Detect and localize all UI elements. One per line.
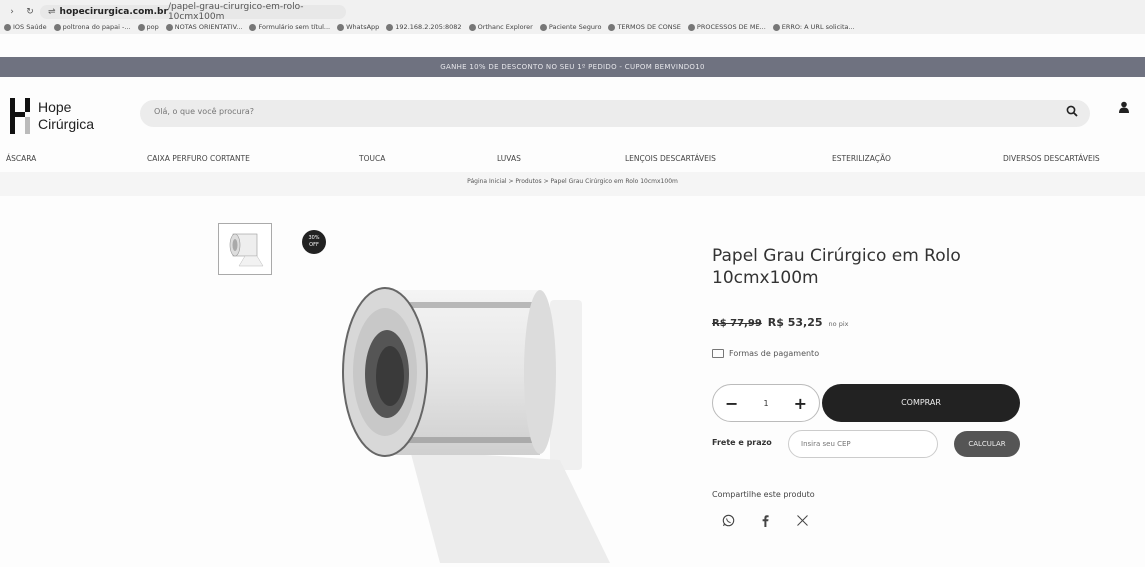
site-header: Hope Cirúrgica (0, 88, 1145, 138)
quantity-value[interactable]: 1 (763, 399, 768, 408)
bookmark[interactable]: Orthanc Explorer (468, 23, 533, 31)
cep-field-wrapper (788, 430, 938, 458)
forward-icon[interactable]: › (6, 7, 18, 17)
bookmark[interactable]: TERMOS DE CONSE (608, 23, 681, 31)
bookmark[interactable]: Paciente Seguro (539, 23, 601, 31)
menu-item[interactable]: ÁSCARA (6, 154, 36, 163)
logo-line-2: Cirúrgica (38, 116, 95, 132)
discount-badge: 30% OFF (302, 230, 326, 254)
social-share (722, 514, 809, 531)
bookmark-icon (165, 23, 173, 31)
logo-line-1: Hope (38, 99, 72, 115)
bookmark-icon (386, 23, 394, 31)
pix-label: no pix (828, 320, 849, 328)
new-price: R$ 53,25 (767, 316, 823, 329)
bookmark[interactable]: Formulário sem títul... (249, 23, 330, 31)
bookmark-icon (137, 23, 145, 31)
badge-percent: 30% (308, 235, 320, 241)
bookmark-icon (249, 23, 257, 31)
menu-item[interactable]: LENÇOIS DESCARTÁVEIS (625, 154, 716, 163)
search-icon[interactable] (1066, 105, 1078, 120)
buy-button[interactable]: COMPRAR (822, 384, 1020, 422)
shipping-label: Frete e prazo (712, 438, 772, 447)
calculate-button[interactable]: CALCULAR (954, 431, 1020, 457)
share-label: Compartilhe este produto (712, 490, 815, 499)
bookmark[interactable]: IOS Saúde (4, 23, 47, 31)
reload-icon[interactable]: ↻ (24, 7, 36, 17)
logo-icon (8, 98, 34, 134)
menu-item[interactable]: CAIXA PERFURO CORTANTE (147, 154, 250, 163)
breadcrumb: Página Inicial > Produtos > Papel Grau C… (467, 178, 678, 185)
old-price: R$ 77,99 (712, 318, 762, 329)
product-title: Papel Grau Cirúrgico em Rolo 10cmx100m (712, 246, 961, 288)
badge-off: OFF (309, 242, 319, 248)
payment-label: Formas de pagamento (729, 349, 820, 358)
bookmark-icon (53, 23, 61, 31)
logo-text: Hope Cirúrgica (38, 99, 94, 133)
bookmark[interactable]: ERRO: A URL solicita... (772, 23, 855, 31)
bookmark-icon (687, 23, 695, 31)
category-menu: ÁSCARA CAIXA PERFURO CORTANTE TOUCA LUVA… (0, 154, 1145, 170)
bookmark-icon (772, 23, 780, 31)
facebook-icon[interactable] (759, 514, 772, 531)
bookmark-icon (4, 23, 11, 31)
increase-button[interactable]: + (794, 394, 807, 413)
product-image[interactable] (330, 280, 610, 563)
search-bar (140, 100, 1090, 127)
menu-item[interactable]: LUVAS (497, 154, 521, 163)
menu-item[interactable]: DIVERSOS DESCARTÁVEIS (1003, 154, 1100, 163)
menu-item[interactable]: ESTERILIZAÇÃO (832, 154, 891, 163)
bookmark[interactable]: NOTAS ORIENTATIV... (165, 23, 242, 31)
bookmarks-bar: IOS Saúde poltrona do papai -... pop NOT… (4, 23, 855, 31)
menu-item[interactable]: TOUCA (359, 154, 385, 163)
product-thumbnail[interactable] (218, 223, 272, 275)
whatsapp-icon[interactable] (722, 514, 735, 531)
bookmark-icon (539, 23, 547, 31)
quantity-stepper: − 1 + (712, 384, 820, 422)
x-icon[interactable] (796, 514, 809, 531)
bookmark-icon (468, 23, 476, 31)
site-info-icon[interactable]: ⇌ (48, 7, 56, 17)
bookmark[interactable]: PROCESSOS DE ME... (687, 23, 766, 31)
bookmark[interactable]: WhatsApp (337, 23, 379, 31)
bookmark[interactable]: poltrona do papai -... (53, 23, 131, 31)
url-row: › ↻ ⇌ hopecirurgica.com.br/papel-grau-ci… (0, 2, 346, 22)
search-input[interactable] (152, 106, 1036, 117)
browser-chrome: › ↻ ⇌ hopecirurgica.com.br/papel-grau-ci… (0, 0, 1145, 34)
bookmark[interactable]: pop (137, 23, 159, 31)
user-icon[interactable] (1118, 101, 1130, 116)
decrease-button[interactable]: − (725, 394, 738, 413)
address-bar[interactable]: ⇌ hopecirurgica.com.br/papel-grau-cirurg… (40, 2, 346, 22)
payment-methods-link[interactable]: Formas de pagamento (712, 349, 819, 358)
price-block: R$ 77,99 R$ 53,25 no pix (712, 316, 848, 329)
url-path: /papel-grau-cirurgico-em-rolo-10cmx100m (167, 2, 304, 22)
promo-bar: GANHE 10% DE DESCONTO NO SEU 1º PEDIDO -… (0, 57, 1145, 77)
cep-input[interactable] (799, 439, 933, 449)
url-host: hopecirurgica.com.br (59, 7, 168, 17)
bookmark-icon (337, 23, 345, 31)
logo[interactable]: Hope Cirúrgica (8, 98, 94, 134)
bookmark[interactable]: 192.168.2.205:8082 (386, 23, 462, 31)
bookmark-icon (608, 23, 616, 31)
credit-card-icon (712, 349, 724, 358)
